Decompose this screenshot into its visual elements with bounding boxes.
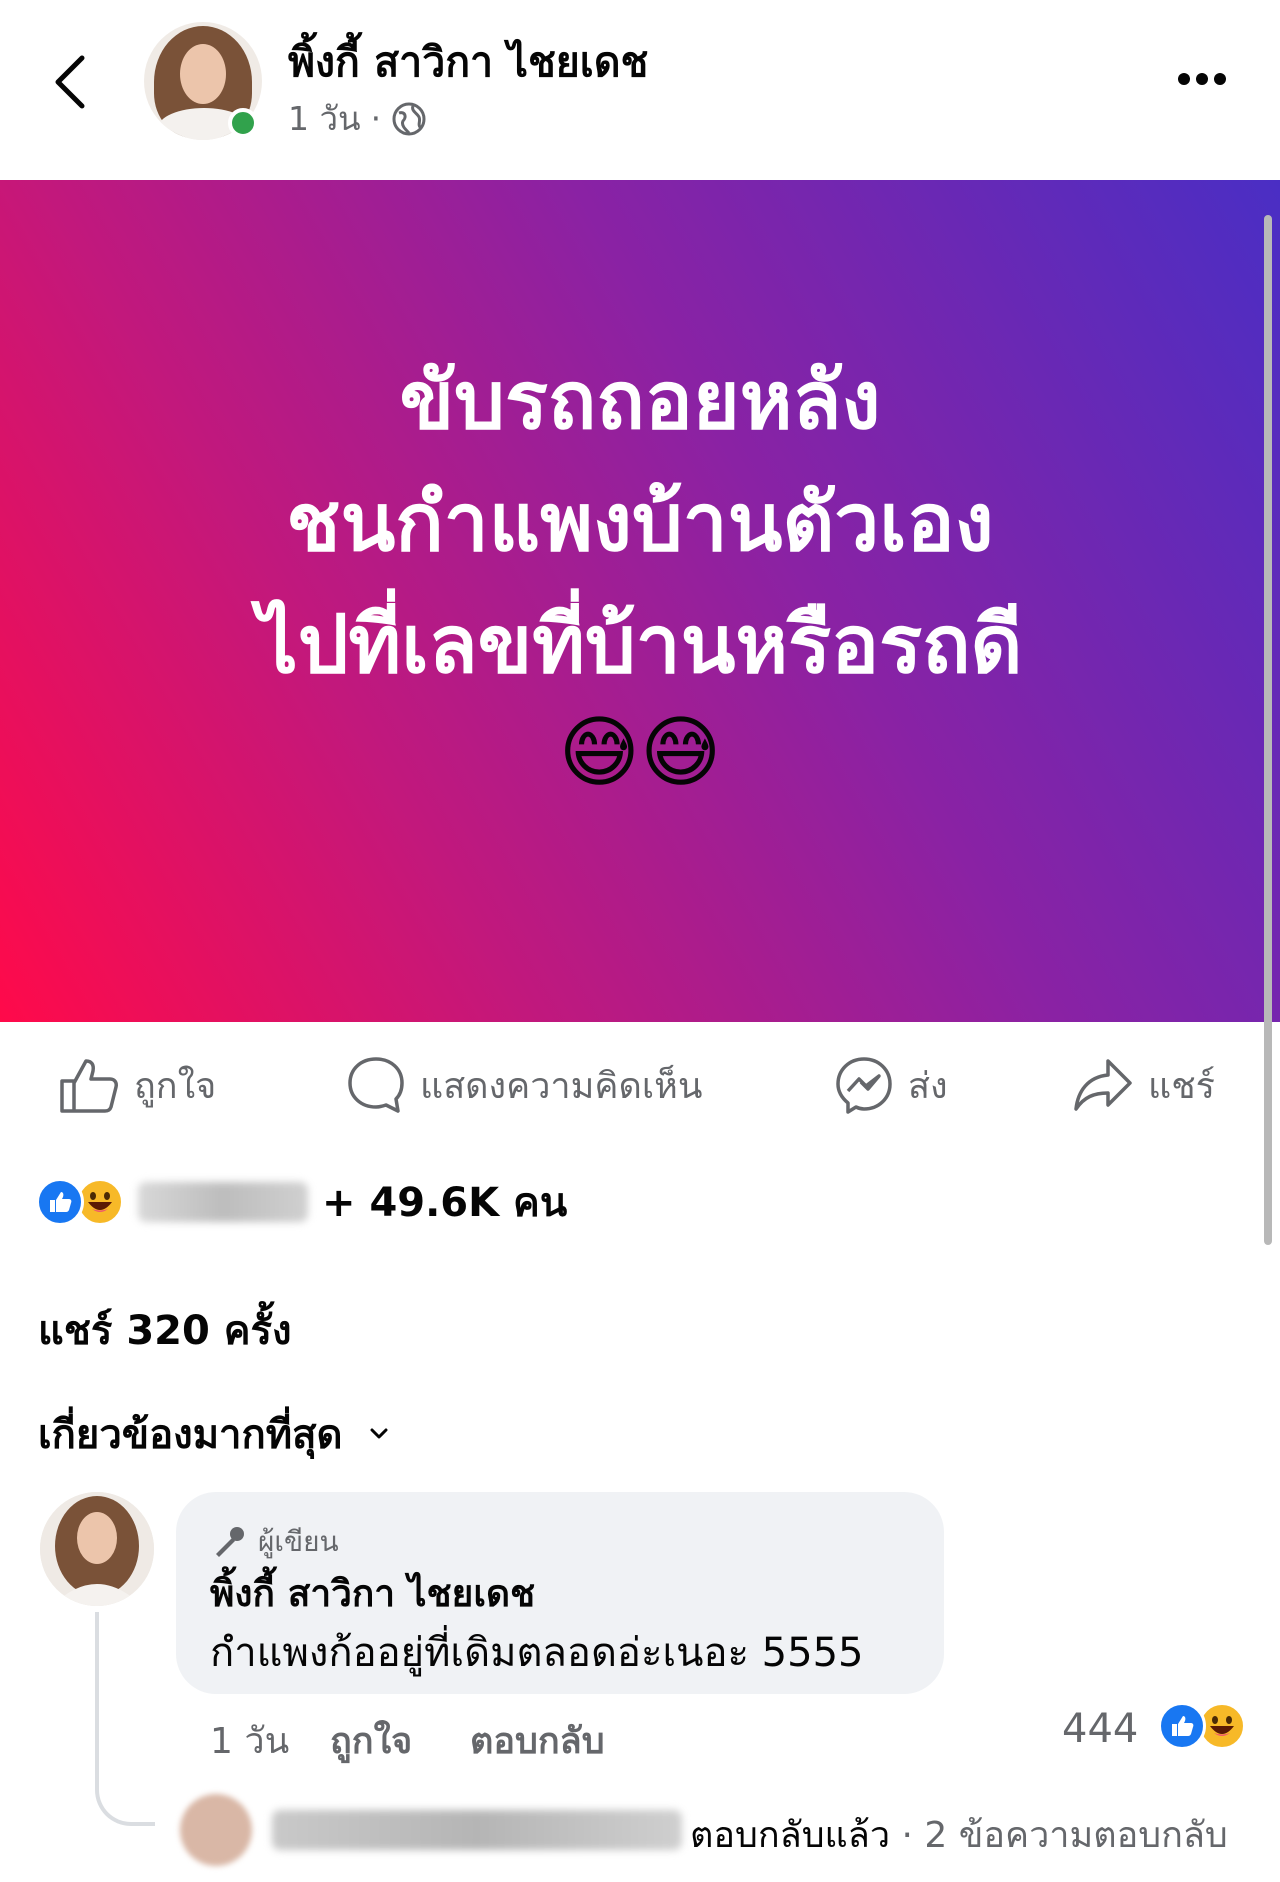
comment-bubble-icon: [348, 1057, 404, 1113]
post-time[interactable]: 1 วัน: [288, 92, 361, 145]
scrollbar[interactable]: [1264, 215, 1272, 1245]
chevron-down-icon: [370, 1428, 387, 1439]
comment-label: แสดงความคิดเห็น: [420, 1065, 703, 1107]
post-emojis: 😅😅: [558, 708, 722, 798]
comment-button[interactable]: แสดงความคิดเห็น: [346, 1055, 702, 1115]
author-badge: ผู้เขียน: [210, 1520, 339, 1564]
reaction-count: + 49.6K คน: [322, 1180, 568, 1226]
chevron-left-icon: [55, 55, 85, 109]
like-reaction-icon: [1158, 1702, 1206, 1750]
blurred-reactor-name: [138, 1182, 308, 1222]
globe-icon: [392, 102, 426, 135]
back-button[interactable]: [48, 52, 98, 112]
thumbs-up-icon: [60, 1059, 118, 1113]
comment-reaction-count[interactable]: 444: [1062, 1706, 1138, 1752]
replied-label: ตอบกลับแล้ว: [690, 1815, 891, 1856]
post-text: ขับรถถอยหลัง ชนกำแพงบ้านตัวเอง ไปที่เลขท…: [0, 340, 1280, 706]
send-label: ส่ง: [908, 1065, 948, 1107]
share-button[interactable]: แชร์: [1072, 1055, 1215, 1115]
blurred-replier-name: [272, 1810, 682, 1850]
comment-sort-dropdown[interactable]: เกี่ยวข้องมากที่สุด: [38, 1402, 389, 1466]
thread-line: [95, 1612, 155, 1826]
reply-separator: ·: [901, 1815, 913, 1856]
reaction-summary[interactable]: + 49.6K คน: [36, 1172, 567, 1232]
comment-time[interactable]: 1 วัน: [210, 1712, 289, 1769]
view-replies-link[interactable]: ตอบกลับแล้ว · 2 ข้อความตอบกลับ: [690, 1806, 1228, 1863]
more-dot: [1196, 73, 1208, 85]
post-line-2: ชนกำแพงบ้านตัวเอง: [286, 476, 994, 569]
share-count[interactable]: แชร์ 320 ครั้ง: [38, 1298, 292, 1362]
like-reaction-icon: [36, 1178, 84, 1226]
commenter-avatar[interactable]: [40, 1492, 154, 1606]
post-line-1: ขับรถถอยหลัง: [399, 354, 881, 447]
author-name[interactable]: พิ้งกี้ สาวิกา ไชยเดช: [288, 30, 648, 95]
more-dot: [1214, 73, 1226, 85]
like-label: ถูกใจ: [134, 1065, 217, 1107]
like-button[interactable]: ถูกใจ: [58, 1055, 216, 1115]
share-label: แชร์: [1148, 1065, 1215, 1107]
online-status-dot: [228, 108, 258, 138]
reply-count: 2 ข้อความตอบกลับ: [924, 1815, 1228, 1856]
more-options-button[interactable]: [1178, 70, 1238, 96]
post-text-banner[interactable]: ขับรถถอยหลัง ชนกำแพงบ้านตัวเอง ไปที่เลขท…: [0, 180, 1280, 1022]
comment-text: กำแพงก้ออยู่ที่เดิมตลอดอ่ะเนอะ 5555: [210, 1630, 864, 1676]
post-line-3: ไปที่เลขที่บ้านหรือรถดี: [257, 598, 1023, 691]
messenger-icon: [836, 1057, 892, 1114]
meta-separator: ·: [370, 99, 382, 138]
comment-author[interactable]: พิ้งกี้ สาวิกา ไชยเดช: [210, 1564, 535, 1623]
send-button[interactable]: ส่ง: [834, 1055, 948, 1115]
share-arrow-icon: [1074, 1059, 1132, 1111]
more-horizontal-icon: [1178, 73, 1190, 85]
microphone-icon: [216, 1527, 244, 1557]
post-meta: 1 วัน ·: [288, 92, 427, 145]
reply-avatar[interactable]: [180, 1794, 252, 1866]
sort-label: เกี่ยวข้องมากที่สุด: [38, 1412, 343, 1458]
comment-reactions[interactable]: [1158, 1702, 1246, 1750]
author-badge-label: ผู้เขียน: [258, 1525, 339, 1558]
comment-bubble[interactable]: ผู้เขียน พิ้งกี้ สาวิกา ไชยเดช กำแพงก้ออ…: [176, 1492, 944, 1694]
comment-reply-button[interactable]: ตอบกลับ: [470, 1712, 605, 1769]
comment-like-button[interactable]: ถูกใจ: [330, 1712, 412, 1769]
